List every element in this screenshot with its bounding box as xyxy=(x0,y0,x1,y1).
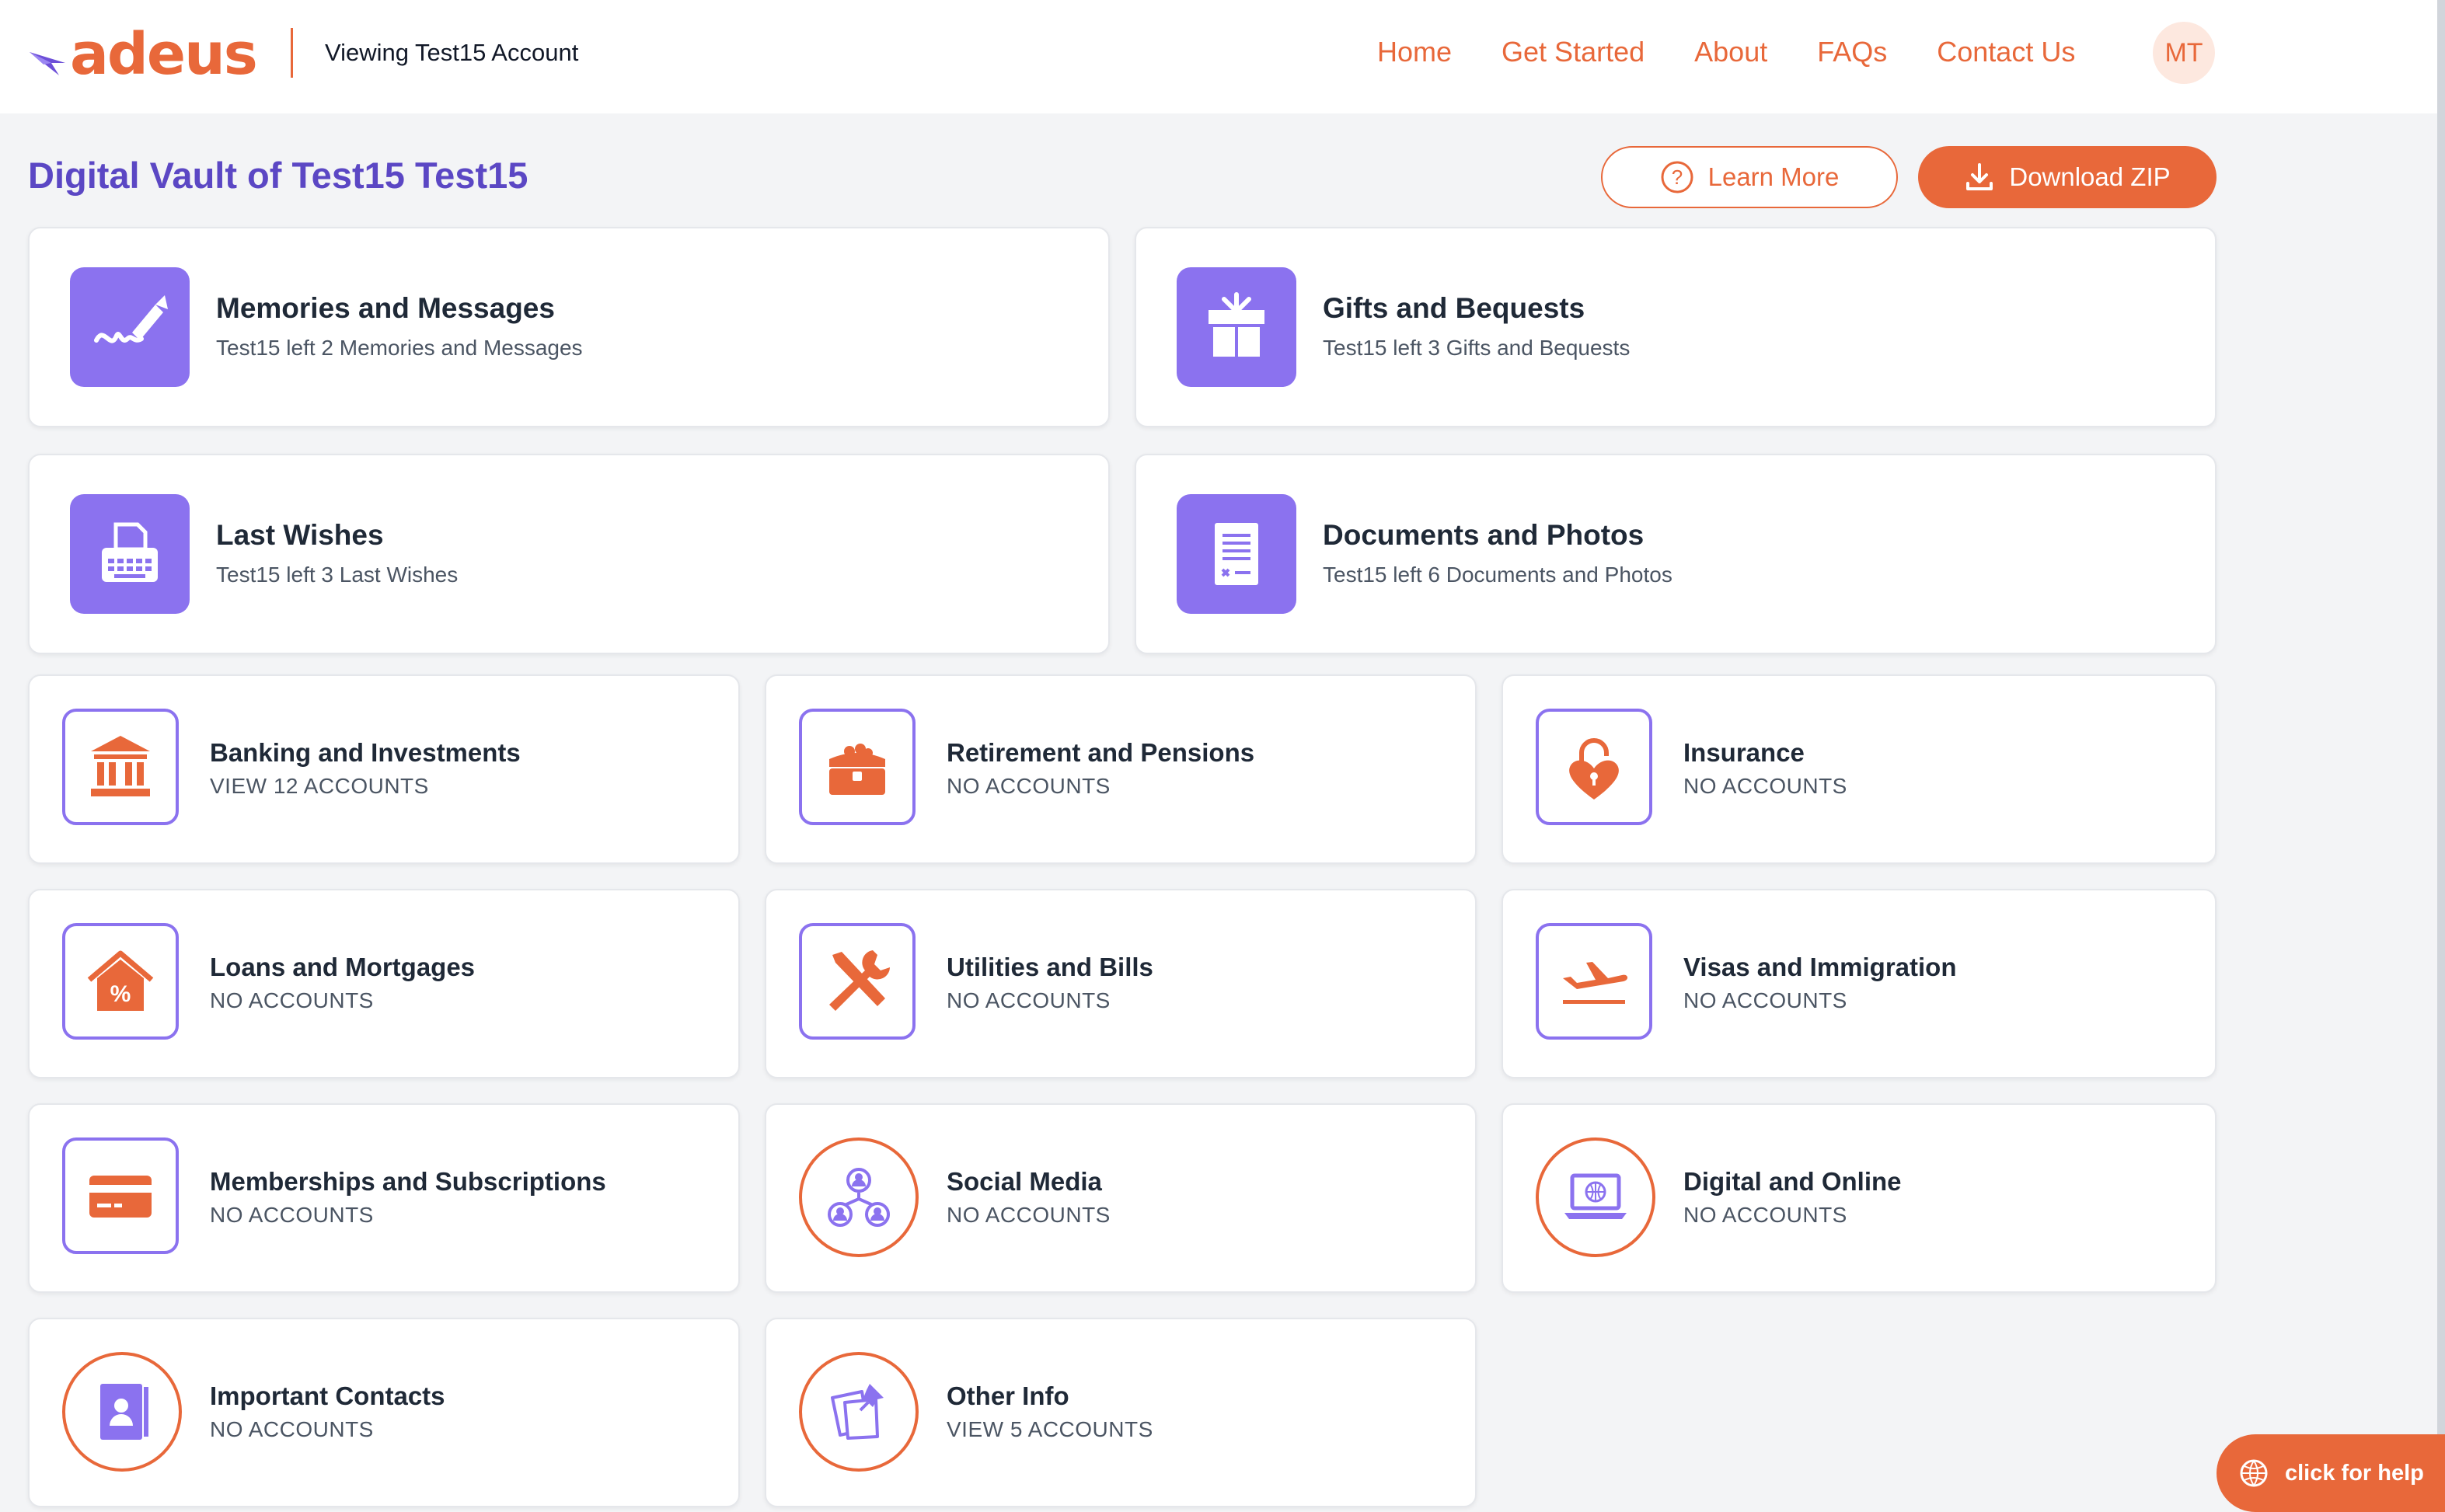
credit-card-icon xyxy=(62,1137,179,1254)
card-title: Retirement and Pensions xyxy=(947,738,1255,767)
globe-help-icon xyxy=(2238,1458,2269,1489)
card-banking-and-investments[interactable]: Banking and Investments VIEW 12 ACCOUNTS xyxy=(28,674,740,864)
svg-text:%: % xyxy=(110,981,131,1007)
typewriter-icon xyxy=(70,494,190,614)
card-subtitle: Test15 left 6 Documents and Photos xyxy=(1323,563,1672,587)
page-title: Digital Vault of Test15 Test15 xyxy=(28,155,528,196)
card-insurance[interactable]: Insurance NO ACCOUNTS xyxy=(1502,674,2217,864)
contact-book-icon xyxy=(62,1352,182,1472)
download-zip-label: Download ZIP xyxy=(2009,162,2171,191)
card-status: NO ACCOUNTS xyxy=(1683,988,1847,1012)
card-title: Digital and Online xyxy=(1683,1167,1902,1196)
card-title: Memories and Messages xyxy=(216,292,555,324)
card-last-wishes[interactable]: Last Wishes Test15 left 3 Last Wishes xyxy=(28,454,1110,654)
card-status: VIEW 5 ACCOUNTS xyxy=(947,1417,1153,1441)
treasure-chest-icon xyxy=(799,709,916,825)
nav-faqs[interactable]: FAQs xyxy=(1817,31,1887,73)
pinned-notes-icon xyxy=(799,1352,919,1472)
card-gifts-and-bequests[interactable]: Gifts and Bequests Test15 left 3 Gifts a… xyxy=(1135,227,2217,427)
question-circle-icon: ? xyxy=(1660,160,1694,194)
top-navigation-bar: adeus Viewing Test15 Account Home Get St… xyxy=(0,0,2437,113)
card-subtitle: Test15 left 2 Memories and Messages xyxy=(216,336,583,360)
window-edge xyxy=(2437,0,2445,1512)
house-percent-icon: % xyxy=(62,923,179,1040)
logo-swoosh-icon xyxy=(30,52,65,75)
card-visas-and-immigration[interactable]: Visas and Immigration NO ACCOUNTS xyxy=(1502,889,2217,1078)
help-button[interactable]: click for help xyxy=(2217,1434,2445,1512)
user-avatar[interactable]: MT xyxy=(2153,22,2215,84)
card-title: Insurance xyxy=(1683,738,1805,767)
card-title: Last Wishes xyxy=(216,519,384,551)
learn-more-label: Learn More xyxy=(1707,162,1840,191)
card-status: NO ACCOUNTS xyxy=(210,988,374,1012)
card-title: Banking and Investments xyxy=(210,738,521,767)
help-label: click for help xyxy=(2285,1460,2424,1486)
card-digital-and-online[interactable]: Digital and Online NO ACCOUNTS xyxy=(1502,1103,2217,1293)
card-other-info[interactable]: Other Info VIEW 5 ACCOUNTS xyxy=(765,1318,1477,1507)
card-utilities-and-bills[interactable]: Utilities and Bills NO ACCOUNTS xyxy=(765,889,1477,1078)
card-title: Utilities and Bills xyxy=(947,953,1153,981)
gift-icon xyxy=(1177,267,1296,387)
card-important-contacts[interactable]: Important Contacts NO ACCOUNTS xyxy=(28,1318,740,1507)
card-subtitle: Test15 left 3 Gifts and Bequests xyxy=(1323,336,1631,360)
card-status: NO ACCOUNTS xyxy=(947,774,1111,798)
download-icon xyxy=(1964,162,1995,193)
document-icon xyxy=(1177,494,1296,614)
card-status: NO ACCOUNTS xyxy=(947,1203,1111,1227)
nav-about[interactable]: About xyxy=(1694,31,1767,73)
card-status: NO ACCOUNTS xyxy=(210,1417,374,1441)
card-subtitle: Test15 left 3 Last Wishes xyxy=(216,563,459,587)
card-title: Important Contacts xyxy=(210,1381,445,1410)
card-title: Documents and Photos xyxy=(1323,519,1645,551)
card-memberships-and-subscriptions[interactable]: Memberships and Subscriptions NO ACCOUNT… xyxy=(28,1103,740,1293)
card-memories-and-messages[interactable]: Memories and Messages Test15 left 2 Memo… xyxy=(28,227,1110,427)
logo-wordmark: adeus xyxy=(70,21,258,88)
main-nav: Home Get Started About FAQs Contact Us xyxy=(1377,31,2112,73)
airplane-icon xyxy=(1536,923,1652,1040)
card-social-media[interactable]: Social Media NO ACCOUNTS xyxy=(765,1103,1477,1293)
card-title: Gifts and Bequests xyxy=(1323,292,1585,324)
card-status: NO ACCOUNTS xyxy=(1683,774,1847,798)
card-title: Loans and Mortgages xyxy=(210,953,476,981)
header-divider xyxy=(291,28,293,78)
viewing-account-label: Viewing Test15 Account xyxy=(325,39,579,66)
card-title: Visas and Immigration xyxy=(1683,953,1957,981)
card-status: NO ACCOUNTS xyxy=(947,988,1111,1012)
card-status: VIEW 12 ACCOUNTS xyxy=(210,774,429,798)
card-title: Other Info xyxy=(947,1381,1069,1410)
bank-icon xyxy=(62,709,179,825)
laptop-globe-icon xyxy=(1536,1137,1655,1257)
card-loans-and-mortgages[interactable]: % Loans and Mortgages NO ACCOUNTS xyxy=(28,889,740,1078)
learn-more-button[interactable]: ? Learn More xyxy=(1601,146,1898,208)
tools-icon xyxy=(799,923,916,1040)
nav-home[interactable]: Home xyxy=(1377,31,1452,73)
card-retirement-and-pensions[interactable]: Retirement and Pensions NO ACCOUNTS xyxy=(765,674,1477,864)
card-status: NO ACCOUNTS xyxy=(210,1203,374,1227)
adeus-logo[interactable]: adeus xyxy=(28,21,258,88)
heart-lock-icon xyxy=(1536,709,1652,825)
card-title: Memberships and Subscriptions xyxy=(210,1167,606,1196)
card-title: Social Media xyxy=(947,1167,1102,1196)
svg-text:?: ? xyxy=(1671,165,1682,189)
nav-contact-us[interactable]: Contact Us xyxy=(1937,31,2075,73)
card-status: NO ACCOUNTS xyxy=(1683,1203,1847,1227)
people-network-icon xyxy=(799,1137,919,1257)
pen-signature-icon xyxy=(70,267,190,387)
download-zip-button[interactable]: Download ZIP xyxy=(1918,146,2217,208)
card-documents-and-photos[interactable]: Documents and Photos Test15 left 6 Docum… xyxy=(1135,454,2217,654)
nav-get-started[interactable]: Get Started xyxy=(1502,31,1645,73)
